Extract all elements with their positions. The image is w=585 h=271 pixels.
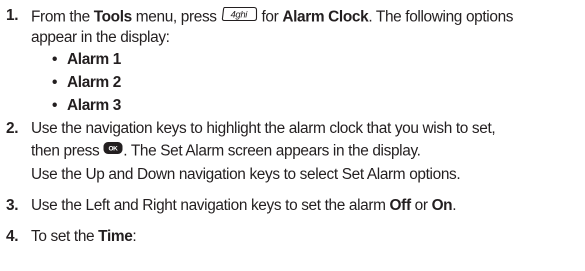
on-option-label: On bbox=[431, 197, 453, 214]
option-alarm-2: Alarm 2 bbox=[67, 74, 122, 91]
step-3-line-1: Use the Left and Right navigation keys t… bbox=[31, 197, 457, 214]
bullet-icon: • bbox=[52, 51, 58, 68]
option-alarm-3: Alarm 3 bbox=[67, 97, 122, 114]
off-option-label: Off bbox=[389, 197, 412, 214]
step-number: 2. bbox=[6, 120, 19, 137]
bullet-icon: • bbox=[52, 97, 58, 114]
step-number: 4. bbox=[6, 228, 19, 245]
option-alarm-1: Alarm 1 bbox=[67, 51, 122, 68]
phone-key-4-icon: 4ghi bbox=[221, 6, 258, 27]
step-2-note: Use the Up and Down navigation keys to s… bbox=[31, 166, 461, 183]
step-1-line-2: appear in the display: bbox=[31, 29, 170, 46]
instruction-page: 1. From the Tools menu, press 4ghi for A… bbox=[0, 0, 585, 271]
ok-key-icon: OK bbox=[103, 141, 123, 160]
bullet-icon: • bbox=[52, 74, 58, 91]
step-number: 3. bbox=[6, 197, 19, 214]
step-2-line-2: then press OK . The Set Alarm screen app… bbox=[31, 141, 421, 160]
step-number: 1. bbox=[6, 7, 19, 24]
tools-menu-label: Tools bbox=[93, 8, 133, 26]
step-2-line-1: Use the navigation keys to highlight the… bbox=[31, 120, 496, 137]
alarm-clock-label: Alarm Clock bbox=[282, 8, 369, 26]
svg-text:4ghi: 4ghi bbox=[230, 10, 248, 21]
step-1-line-1: From the Tools menu, press 4ghi for Alar… bbox=[31, 6, 513, 28]
time-label: Time bbox=[98, 228, 133, 245]
svg-text:OK: OK bbox=[109, 146, 119, 153]
step-4-line-1: To set the Time: bbox=[31, 228, 137, 245]
